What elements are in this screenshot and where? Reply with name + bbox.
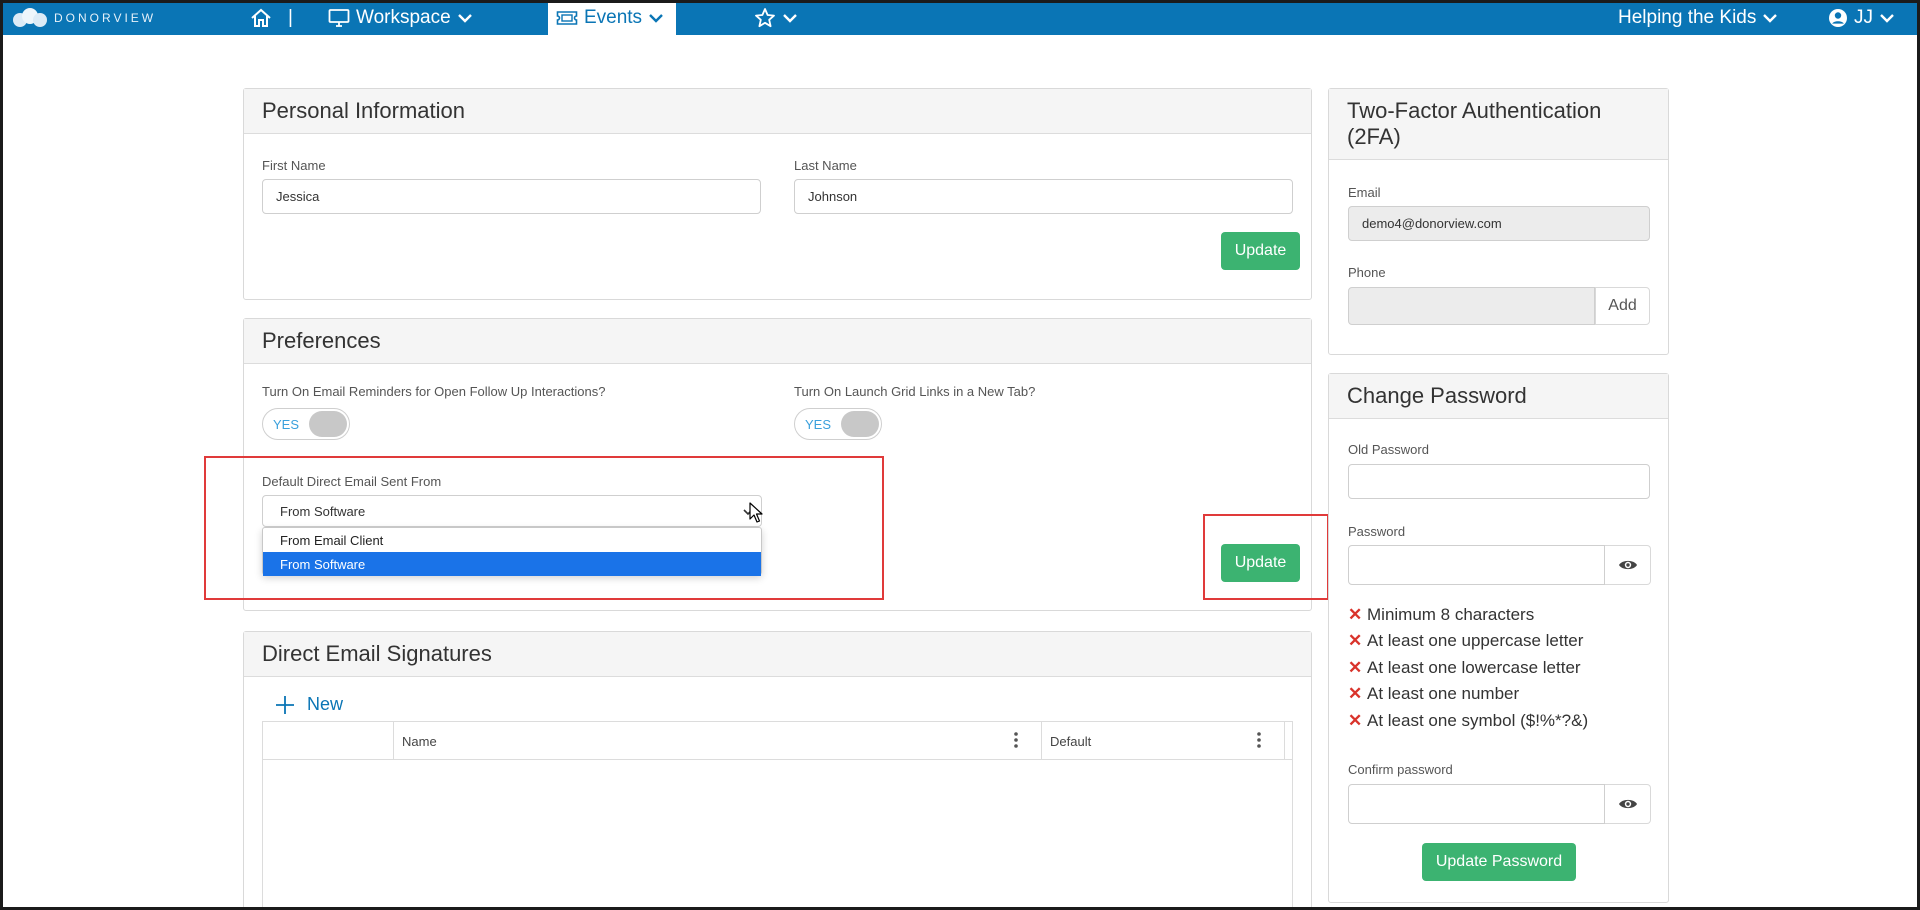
show-password-button[interactable] — [1605, 545, 1651, 585]
chevron-down-icon — [783, 13, 797, 23]
nav-organization-label: Helping the Kids — [1618, 6, 1757, 28]
panel-title: Personal Information — [262, 98, 465, 123]
grid-links-toggle[interactable]: YES — [794, 408, 882, 440]
last-name-label: Last Name — [794, 158, 857, 173]
top-navigation-bar: DONORVIEW | Workspace Events Helping the… — [0, 0, 1920, 35]
password-field[interactable] — [1348, 545, 1605, 585]
new-signature-button[interactable]: New — [275, 694, 343, 715]
column-menu-icon[interactable] — [1014, 731, 1018, 749]
chevron-down-icon — [1763, 13, 1778, 23]
highlight-box-update — [1203, 514, 1329, 600]
nav-user-initials: JJ — [1854, 6, 1873, 28]
column-header-label: Name — [402, 733, 437, 749]
chevron-down-icon — [457, 13, 472, 23]
old-password-field[interactable] — [1348, 464, 1650, 499]
ticket-icon — [556, 10, 578, 25]
chevron-down-icon — [1880, 13, 1894, 23]
nav-workspace-label: Workspace — [356, 6, 451, 28]
column-header-label: Default — [1050, 733, 1092, 749]
nav-user-menu[interactable]: JJ — [1828, 0, 1895, 35]
toggle-yes-text: YES — [273, 417, 300, 432]
chevron-down-icon — [649, 13, 663, 23]
nav-organization-selector[interactable]: Helping the Kids — [1618, 0, 1778, 35]
password-requirement: ✕ Minimum 8 characters — [1348, 605, 1534, 625]
nav-workspace[interactable]: Workspace — [328, 0, 473, 35]
panel-title: Change Password — [1347, 383, 1527, 408]
panel-header: Preferences — [244, 319, 1311, 364]
first-name-value: Jessica — [276, 189, 320, 204]
password-requirement: ✕ At least one symbol ($!%*?&) — [1348, 711, 1588, 731]
confirm-password-label: Confirm password — [1348, 762, 1453, 777]
requirement-text: Minimum 8 characters — [1367, 605, 1535, 624]
eye-icon — [1618, 560, 1637, 570]
column-menu-icon[interactable] — [1257, 731, 1261, 749]
panel-title: Two-Factor Authentication (2FA) — [1347, 98, 1602, 149]
password-requirement: ✕ At least one lowercase letter — [1348, 658, 1581, 678]
confirm-password-field[interactable] — [1348, 784, 1605, 824]
add-phone-button[interactable]: Add — [1595, 287, 1650, 325]
eye-icon — [1618, 799, 1637, 809]
requirement-text: At least one symbol ($!%*?&) — [1367, 711, 1589, 730]
user-circle-icon — [1829, 8, 1847, 27]
brand-name: DONORVIEW — [54, 11, 157, 25]
last-name-field[interactable]: Johnson — [794, 179, 1293, 214]
email-reminders-label: Turn On Email Reminders for Open Follow … — [262, 384, 606, 399]
old-password-label: Old Password — [1348, 442, 1429, 457]
plus-icon — [276, 695, 294, 714]
requirement-text: At least one lowercase letter — [1367, 658, 1581, 677]
two-factor-email-field: demo4@donorview.com — [1348, 206, 1650, 241]
panel-header: Personal Information — [244, 89, 1311, 134]
requirement-unmet-icon: ✕ — [1348, 711, 1363, 730]
two-factor-email-value: demo4@donorview.com — [1362, 216, 1502, 231]
panel-header: Direct Email Signatures — [244, 632, 1311, 677]
nav-favorites[interactable] — [754, 0, 798, 35]
password-requirement: ✕ At least one number — [1348, 684, 1519, 704]
requirement-unmet-icon: ✕ — [1348, 658, 1363, 677]
toggle-knob — [309, 411, 347, 437]
password-label: Password — [1348, 524, 1406, 539]
home-icon — [251, 8, 271, 27]
panel-title: Direct Email Signatures — [262, 641, 492, 666]
grid-header-row: Name Default — [263, 722, 1292, 760]
new-signature-label: New — [307, 694, 344, 714]
star-icon — [755, 7, 775, 27]
grid-column-header-default[interactable]: Default — [1042, 722, 1285, 760]
requirement-text: At least one uppercase letter — [1367, 631, 1584, 650]
nav-home[interactable]: | — [250, 0, 293, 35]
panel-header: Change Password — [1329, 374, 1668, 419]
first-name-field[interactable]: Jessica — [262, 179, 761, 214]
nav-events[interactable]: Events — [548, 0, 676, 35]
requirement-text: At least one number — [1367, 684, 1520, 703]
show-confirm-password-button[interactable] — [1605, 784, 1651, 824]
last-name-value: Johnson — [808, 189, 858, 204]
add-phone-label: Add — [1608, 297, 1637, 314]
toggle-yes-text: YES — [805, 417, 832, 432]
personal-info-update-button[interactable]: Update — [1221, 232, 1300, 270]
update-password-button[interactable]: Update Password — [1422, 843, 1576, 881]
first-name-label: First Name — [262, 158, 326, 173]
two-factor-phone-field[interactable] — [1348, 287, 1595, 325]
two-factor-email-label: Email — [1348, 185, 1381, 200]
password-requirement: ✕ At least one uppercase letter — [1348, 631, 1583, 651]
requirement-unmet-icon: ✕ — [1348, 631, 1363, 650]
requirement-unmet-icon: ✕ — [1348, 605, 1363, 624]
nav-separator: | — [288, 6, 293, 28]
panel-title: Preferences — [262, 328, 381, 353]
requirement-unmet-icon: ✕ — [1348, 684, 1363, 703]
two-factor-phone-label: Phone — [1348, 265, 1386, 280]
email-reminders-toggle[interactable]: YES — [262, 408, 350, 440]
toggle-knob — [841, 411, 879, 437]
panel-header: Two-Factor Authentication (2FA) — [1329, 89, 1668, 160]
signatures-grid: Name Default — [262, 721, 1293, 910]
nav-events-label: Events — [583, 6, 643, 28]
brand-logo[interactable]: DONORVIEW — [12, 7, 156, 29]
grid-links-label: Turn On Launch Grid Links in a New Tab? — [794, 384, 1036, 399]
grid-select-column-header — [263, 722, 394, 760]
monitor-icon — [328, 8, 350, 27]
logo-icon — [13, 8, 47, 27]
grid-column-header-name[interactable]: Name — [394, 722, 1042, 760]
highlight-box-dropdown — [204, 456, 884, 600]
